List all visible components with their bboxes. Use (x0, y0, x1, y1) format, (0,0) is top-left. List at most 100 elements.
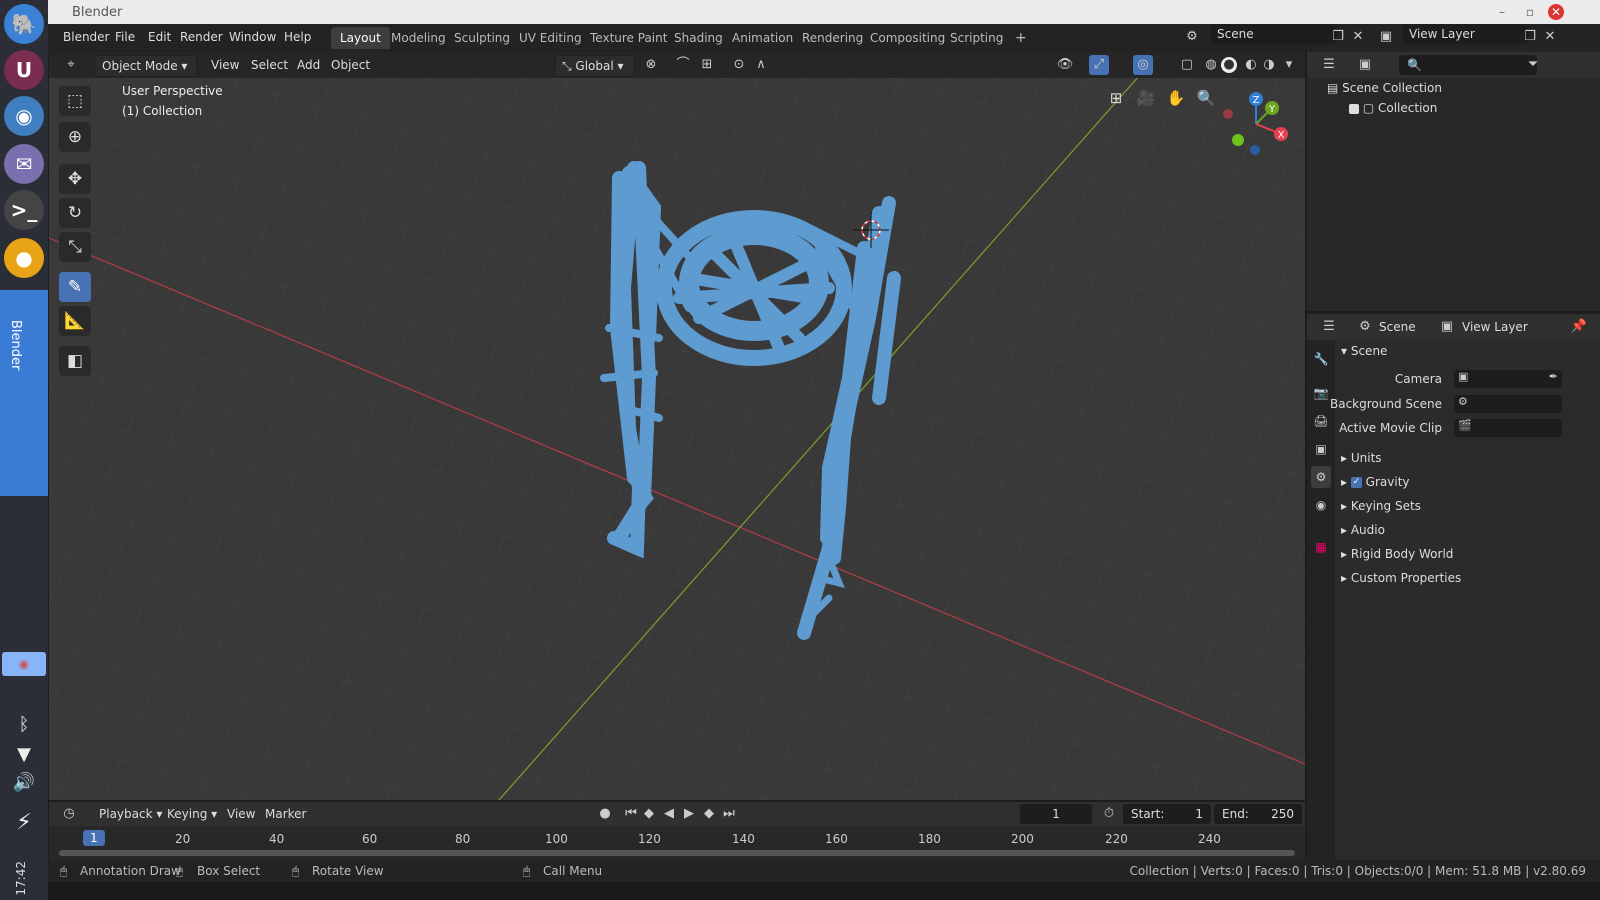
move-tool-icon[interactable]: ✥ (59, 164, 91, 194)
tab-uv-editing[interactable]: UV Editing (510, 27, 591, 49)
stopwatch-icon[interactable]: ⏱ (1099, 804, 1119, 824)
select-box-tool-icon[interactable]: ⬚ (59, 86, 91, 116)
viewport-canvas[interactable] (49, 78, 1305, 800)
header-view-layer-label[interactable]: View Layer (1462, 320, 1528, 334)
blender-task-icon[interactable]: ◉ (2, 652, 46, 676)
minimize-icon[interactable]: – (1494, 4, 1510, 20)
output-tab-icon[interactable]: 🖨 (1311, 410, 1331, 432)
editor-type-icon[interactable]: ⌖ (61, 55, 81, 75)
gravity-checkbox[interactable]: ✓ (1350, 477, 1362, 488)
menu-view[interactable]: View (205, 55, 245, 75)
u-app-icon[interactable]: U (4, 50, 44, 90)
falloff-icon[interactable]: ∧ (751, 55, 771, 75)
outliner-row-scene-collection[interactable]: ▤ Scene Collection (1307, 78, 1600, 98)
gizmo-neg-x[interactable] (1223, 109, 1233, 119)
scene-props-tab-icon[interactable]: ⚙ (1311, 466, 1331, 488)
prev-keyframe-icon[interactable]: ◆ (639, 804, 659, 824)
rendered-shading-icon[interactable]: ◑ (1259, 55, 1279, 75)
tab-modeling[interactable]: Modeling (382, 27, 455, 49)
tab-sculpting[interactable]: Sculpting (445, 27, 519, 49)
header-scene-label[interactable]: Scene (1379, 320, 1416, 334)
next-keyframe-icon[interactable]: ◆ (699, 804, 719, 824)
scale-tool-icon[interactable]: ⤡ (59, 232, 91, 262)
overlay-toggle-icon[interactable]: ◎ (1133, 55, 1153, 75)
proportional-edit-icon[interactable]: ⊙ (729, 55, 749, 75)
camera-field[interactable]: ▣ ✒ (1454, 370, 1562, 388)
mode-dropdown[interactable]: Object Mode ▾ (95, 55, 197, 77)
timeline-scrollbar[interactable] (59, 850, 1295, 856)
playhead[interactable]: 1 (83, 830, 105, 846)
start-frame-field[interactable]: Start: 1 (1123, 804, 1211, 824)
visibility-icon[interactable]: 👁 (1055, 55, 1075, 75)
orientation-dropdown[interactable]: ⤡ Global ▾ (555, 55, 635, 77)
new-scene-icon[interactable]: ❐ (1328, 27, 1348, 47)
audio-panel[interactable]: ▸ Audio (1341, 523, 1385, 537)
timeline-editor-type-icon[interactable]: ◷ (59, 804, 79, 824)
menu-playback[interactable]: Playback ▾ (93, 804, 168, 824)
3d-viewport[interactable]: User Perspective (1) Collection ⬚ ⊕ ✥ ↻ … (49, 78, 1305, 800)
world-tab-icon[interactable]: ◉ (1311, 494, 1331, 516)
tab-texture-paint[interactable]: Texture Paint (581, 27, 676, 49)
record-icon[interactable]: ● (595, 804, 615, 824)
wireframe-shading-icon[interactable]: ◍ (1201, 55, 1221, 75)
display-mode-icon[interactable]: ▣ (1355, 55, 1375, 75)
bluetooth-icon[interactable]: ᛒ (12, 714, 36, 738)
camera-view-icon[interactable]: 🎥 (1134, 86, 1158, 110)
mastodon-icon[interactable]: 🐘 (4, 4, 44, 44)
tab-scripting[interactable]: Scripting (941, 27, 1012, 49)
eyedropper-icon[interactable]: ✒ (1549, 370, 1558, 383)
rigid-body-world-panel[interactable]: ▸ Rigid Body World (1341, 547, 1453, 561)
menu-add[interactable]: Add (291, 55, 326, 75)
snap-icon[interactable]: ⌒ (673, 55, 693, 75)
add-workspace-icon[interactable]: + (1006, 27, 1036, 49)
xray-icon[interactable]: ▢ (1177, 55, 1197, 75)
terminal-icon[interactable]: >_ (4, 190, 44, 230)
material-shading-icon[interactable]: ◐ (1241, 55, 1261, 75)
close-icon[interactable]: ✕ (1548, 4, 1564, 20)
render-tab-icon[interactable]: 📷 (1311, 382, 1331, 404)
view-layer-icon[interactable]: ▣ (1376, 27, 1396, 47)
pin-icon[interactable]: 📌 (1569, 317, 1589, 337)
jump-start-icon[interactable]: ⏮ (621, 804, 641, 824)
collection-checkbox[interactable] (1349, 103, 1359, 114)
scene-panel-header[interactable]: ▾ Scene (1341, 344, 1387, 358)
cursor-tool-icon[interactable]: ⊕ (59, 122, 91, 152)
gizmo-toggle-icon[interactable]: ⤢ (1089, 55, 1109, 75)
custom-properties-panel[interactable]: ▸ Custom Properties (1341, 571, 1461, 585)
menu-edit[interactable]: Edit (148, 30, 171, 44)
outliner-editor-type-icon[interactable]: ☰ (1319, 55, 1339, 75)
jump-end-icon[interactable]: ⏭ (719, 804, 739, 824)
menu-object[interactable]: Object (325, 55, 376, 75)
blender-launcher-icon[interactable]: ◉ (4, 96, 44, 136)
current-frame-field[interactable]: 1 (1020, 804, 1092, 824)
pivot-icon[interactable]: ⊗ (641, 55, 661, 75)
view-layer-selector[interactable]: View Layer (1403, 24, 1529, 44)
restore-icon[interactable]: ▫ (1522, 4, 1538, 20)
keying-sets-panel[interactable]: ▸ Keying Sets (1341, 499, 1421, 513)
outliner-row-collection[interactable]: ▢ Collection 👁 (1307, 98, 1600, 118)
menu-select[interactable]: Select (245, 55, 294, 75)
scene-selector[interactable]: Scene (1211, 24, 1337, 44)
end-frame-field[interactable]: End: 250 (1214, 804, 1302, 824)
wifi-icon[interactable]: ▼ (12, 744, 36, 768)
solid-shading-icon[interactable]: ● (1221, 57, 1237, 73)
texture-tab-icon[interactable]: ▦ (1311, 536, 1331, 558)
scene-icon[interactable]: ⚙ (1182, 27, 1202, 47)
menu-window[interactable]: Window (229, 30, 276, 44)
play-icon[interactable]: ▶ (679, 804, 699, 824)
background-scene-field[interactable]: ⚙ (1454, 395, 1562, 413)
add-cube-tool-icon[interactable]: ◧ (59, 346, 91, 376)
measure-tool-icon[interactable]: 📐 (59, 306, 91, 336)
outliner-search-input[interactable]: 🔍 (1399, 55, 1537, 75)
power-icon[interactable]: ⚡ (12, 810, 36, 835)
chrome-icon[interactable]: ● (4, 238, 44, 278)
volume-icon[interactable]: 🔊 (12, 772, 36, 796)
menu-timeline-view[interactable]: View (221, 804, 261, 824)
tab-layout[interactable]: Layout (331, 27, 390, 49)
filter-icon[interactable]: ⏷ (1523, 55, 1543, 75)
play-reverse-icon[interactable]: ◀ (659, 804, 679, 824)
pan-view-icon[interactable]: ✋ (1164, 86, 1188, 110)
tab-shading[interactable]: Shading (665, 27, 732, 49)
rotate-tool-icon[interactable]: ↻ (59, 198, 91, 228)
menu-blender[interactable]: Blender (63, 30, 110, 44)
